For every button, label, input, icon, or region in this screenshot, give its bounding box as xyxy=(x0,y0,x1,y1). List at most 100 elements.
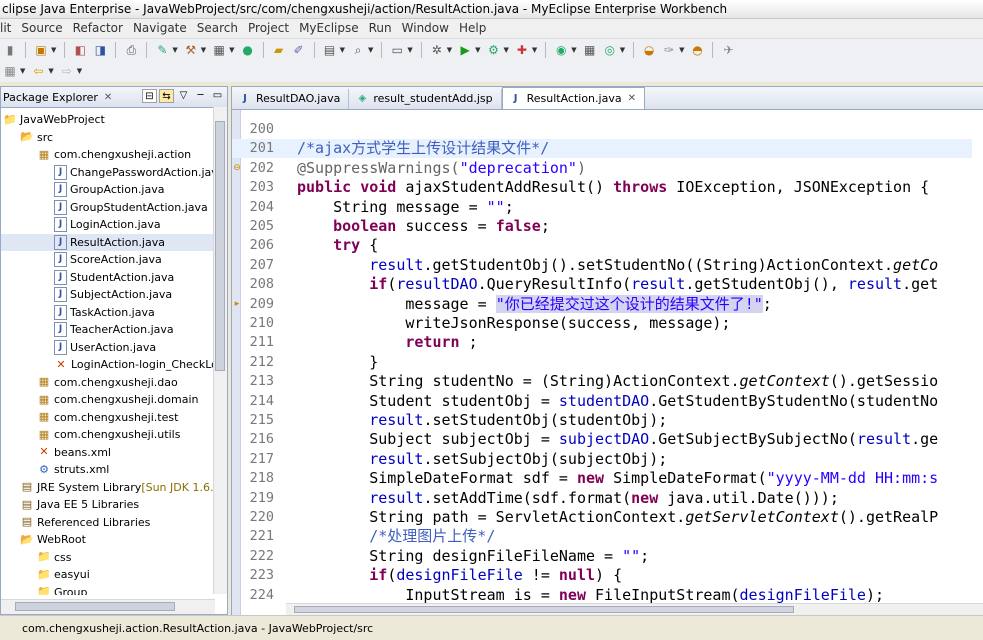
run-dropdown-icon[interactable]: ▼ xyxy=(475,46,480,54)
deploy-icon[interactable]: ⚒ xyxy=(183,42,199,58)
tree-item[interactable]: ▦ com.chengxusheji.utils xyxy=(1,426,181,443)
menu-item-window[interactable]: Window xyxy=(397,19,454,38)
menu-item-source[interactable]: Source xyxy=(16,19,67,38)
tree-item[interactable]: J TaskAction.java xyxy=(1,304,155,321)
window-icon[interactable]: ▭ xyxy=(389,42,405,58)
debug-icon[interactable]: ✲ xyxy=(429,42,445,58)
tree-item[interactable]: 📂 src xyxy=(1,129,53,146)
tree-item[interactable]: J SubjectAction.java xyxy=(1,286,172,303)
menu-item-help[interactable]: Help xyxy=(454,19,491,38)
maximize-icon[interactable]: ▭ xyxy=(210,89,225,103)
editor-tab[interactable]: ◈ result_studentAdd.jsp xyxy=(349,89,502,109)
tree-horizontal-scrollbar[interactable] xyxy=(1,599,215,614)
scrollbar-thumb[interactable] xyxy=(215,121,225,371)
tree-item[interactable]: ▤ Java EE 5 Libraries xyxy=(1,496,139,513)
wizard-dropdown-icon[interactable]: ▼ xyxy=(172,46,177,54)
menu-item-refactor[interactable]: Refactor xyxy=(68,19,128,38)
tree-item[interactable]: J ChangePasswordAction.java xyxy=(1,164,225,181)
new-icon[interactable]: ▣ xyxy=(33,42,49,58)
close-icon[interactable]: ✕ xyxy=(104,92,112,103)
folder-open-icon[interactable]: ▰ xyxy=(271,42,287,58)
menu-item-project[interactable]: Project xyxy=(243,19,294,38)
tree-item[interactable]: J UserAction.java xyxy=(1,339,156,356)
tree-item[interactable]: J GroupAction.java xyxy=(1,181,164,198)
tree-item[interactable]: ▦ com.chengxusheji.action xyxy=(1,146,191,163)
scrollbar-thumb[interactable] xyxy=(15,602,175,611)
pin-editor-icon[interactable]: ✈ xyxy=(720,42,736,58)
globe-icon[interactable]: ● xyxy=(240,42,256,58)
new-dropdown-icon[interactable]: ▼ xyxy=(51,46,56,54)
menu-item-search[interactable]: Search xyxy=(192,19,243,38)
pin-icon[interactable]: ▮ xyxy=(2,42,18,58)
external-tools-dropdown-icon[interactable]: ▼ xyxy=(532,46,537,54)
debug-dropdown-icon[interactable]: ▼ xyxy=(447,46,452,54)
close-icon[interactable]: ✕ xyxy=(628,89,636,109)
server-icon[interactable]: ▦ xyxy=(211,42,227,58)
tree-item[interactable]: ✕ beans.xml xyxy=(1,444,111,461)
forward-dropdown-icon[interactable]: ▼ xyxy=(77,67,82,75)
new-interface-icon[interactable]: ◎ xyxy=(602,42,618,58)
warning-marker-icon[interactable]: ▸ xyxy=(232,295,242,314)
link-with-editor-icon[interactable]: ⇆ xyxy=(159,89,174,103)
table-dropdown-icon[interactable]: ▼ xyxy=(340,46,345,54)
back-icon[interactable]: ⇦ xyxy=(30,63,46,79)
menu-item-myeclipse[interactable]: MyEclipse xyxy=(294,19,364,38)
tree-item[interactable]: 📁 Group xyxy=(1,584,87,595)
external-tools-icon[interactable]: ✚ xyxy=(514,42,530,58)
scrollbar-thumb[interactable] xyxy=(294,606,794,613)
fold-icon[interactable]: ⊖ xyxy=(232,159,242,178)
tree-item[interactable]: ▦ com.chengxusheji.dao xyxy=(1,374,178,391)
tree-item[interactable]: J GroupStudentAction.java xyxy=(1,199,208,216)
editor-tab[interactable]: J ResultAction.java ✕ xyxy=(501,87,645,109)
run-icon[interactable]: ▶ xyxy=(457,42,473,58)
minimize-icon[interactable]: ─ xyxy=(193,89,208,103)
pen-icon[interactable]: ✑ xyxy=(661,42,677,58)
search-icon[interactable]: ⌕ xyxy=(350,42,366,58)
tree-vertical-scrollbar[interactable] xyxy=(213,107,227,594)
run-config-dropdown-icon[interactable]: ▼ xyxy=(504,46,509,54)
tree-item[interactable]: ✕ LoginAction-login_CheckLog xyxy=(1,356,225,373)
collapse-all-icon[interactable]: ⊟ xyxy=(142,89,157,103)
tree-item[interactable]: 📁 JavaWebProject xyxy=(1,111,105,128)
code-area[interactable]: 200 201 /*ajax方式学生上传设计结果文件*/ ⊖ 202 @SuppressW… xyxy=(232,110,983,616)
window-dropdown-icon[interactable]: ▼ xyxy=(407,46,412,54)
pen-dropdown-icon[interactable]: ▼ xyxy=(679,46,684,54)
tree-item[interactable]: J ResultAction.java xyxy=(1,233,227,251)
tree-item[interactable]: 📂 WebRoot xyxy=(1,531,86,548)
search-dropdown-icon[interactable]: ▼ xyxy=(368,46,373,54)
menu-item-lit[interactable]: lit xyxy=(0,19,16,38)
tree-item[interactable]: ▦ com.chengxusheji.domain xyxy=(1,391,199,408)
tree-item[interactable]: ▤ JRE System Library [Sun JDK 1.6.0 xyxy=(1,479,221,496)
last-edit-dropdown-icon[interactable]: ▼ xyxy=(20,67,25,75)
edit-icon[interactable]: ✐ xyxy=(291,42,307,58)
tree-item[interactable]: J ScoreAction.java xyxy=(1,251,162,268)
menu-item-run[interactable]: Run xyxy=(364,19,397,38)
deploy-dropdown-icon[interactable]: ▼ xyxy=(201,46,206,54)
server-dropdown-icon[interactable]: ▼ xyxy=(229,46,234,54)
open-resource-icon[interactable]: ◨ xyxy=(92,42,108,58)
tree-item[interactable]: ▦ com.chengxusheji.test xyxy=(1,409,179,426)
package-explorer-title[interactable]: Package Explorer xyxy=(1,91,98,104)
open-type-icon[interactable]: ◧ xyxy=(72,42,88,58)
forward-icon[interactable]: ⇨ xyxy=(59,63,75,79)
new-class-icon[interactable]: ◉ xyxy=(553,42,569,58)
new-class-dropdown-icon[interactable]: ▼ xyxy=(571,46,576,54)
editor-tab[interactable]: J ResultDAO.java xyxy=(232,89,350,109)
new-package-icon[interactable]: ▦ xyxy=(582,42,598,58)
open-perspective-icon[interactable]: ◒ xyxy=(641,42,657,58)
run-config-icon[interactable]: ⚙ xyxy=(486,42,502,58)
tree-item[interactable]: J LoginAction.java xyxy=(1,216,161,233)
tree-item[interactable]: 📁 easyui xyxy=(1,566,90,583)
tree-item[interactable]: J StudentAction.java xyxy=(1,269,174,286)
tree-item[interactable]: ▤ Referenced Libraries xyxy=(1,514,151,531)
console-icon[interactable]: ◓ xyxy=(689,42,705,58)
table-icon[interactable]: ▤ xyxy=(322,42,338,58)
back-dropdown-icon[interactable]: ▼ xyxy=(48,67,53,75)
new-interface-dropdown-icon[interactable]: ▼ xyxy=(620,46,625,54)
tree-item[interactable]: ⚙ struts.xml xyxy=(1,461,109,478)
menu-item-navigate[interactable]: Navigate xyxy=(128,19,192,38)
last-edit-icon[interactable]: ▦ xyxy=(2,63,18,79)
wizard-icon[interactable]: ✎ xyxy=(154,42,170,58)
tree-item[interactable]: J TeacherAction.java xyxy=(1,321,174,338)
print-icon[interactable]: ⎙ xyxy=(123,42,139,58)
